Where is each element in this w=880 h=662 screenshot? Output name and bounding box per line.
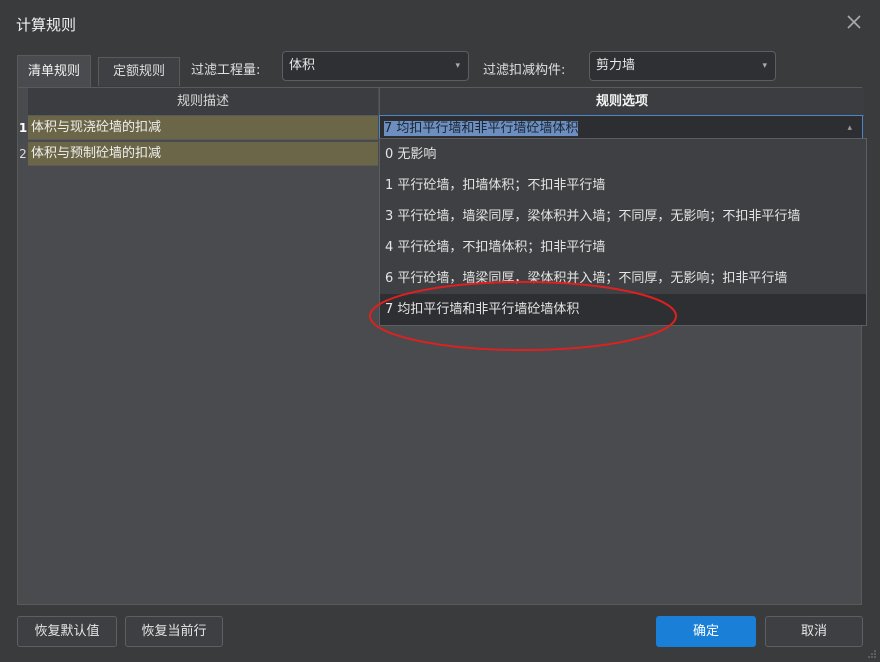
filter-quantity-select[interactable]: 体积 ▾ bbox=[282, 51, 469, 81]
restore-default-button[interactable]: 恢复默认值 bbox=[17, 616, 117, 647]
window-title: 计算规则 bbox=[16, 16, 77, 34]
dropdown-option[interactable]: 4 平行砼墙，不扣墙体积；扣非平行墙 bbox=[380, 232, 866, 263]
column-header-option: 规则选项 bbox=[379, 88, 864, 116]
option-cell-editor[interactable]: 7 均扣平行墙和非平行墙砼墙体积 ▴ bbox=[379, 115, 863, 140]
column-header-description: 规则描述 bbox=[28, 88, 378, 116]
ok-button[interactable]: 确定 bbox=[656, 616, 756, 647]
filter-component-select[interactable]: 剪力墙 ▾ bbox=[589, 51, 776, 81]
dropdown-option[interactable]: 3 平行砼墙，墙梁同厚，梁体积并入墙；不同厚，无影响；不扣非平行墙 bbox=[380, 201, 866, 232]
filter-quantity-value: 体积 bbox=[289, 58, 316, 73]
dropdown-option[interactable]: 1 平行砼墙，扣墙体积；不扣非平行墙 bbox=[380, 170, 866, 201]
filter-component-label: 过滤扣减构件: bbox=[483, 63, 566, 78]
dropdown-option[interactable]: 0 无影响 bbox=[380, 139, 866, 170]
chevron-down-icon: ▾ bbox=[455, 61, 460, 71]
tab-quota-rules[interactable]: 定额规则 bbox=[98, 57, 180, 86]
close-icon[interactable] bbox=[844, 12, 864, 32]
filter-quantity-label: 过滤工程量: bbox=[191, 63, 261, 78]
annotation-ellipse bbox=[369, 281, 677, 351]
filter-component-value: 剪力墙 bbox=[596, 58, 636, 73]
cancel-button[interactable]: 取消 bbox=[765, 616, 863, 647]
option-cell-value: 7 均扣平行墙和非平行墙砼墙体积 bbox=[384, 121, 579, 136]
restore-row-button[interactable]: 恢复当前行 bbox=[125, 616, 223, 647]
row-number: 2 bbox=[19, 147, 27, 161]
table-row[interactable]: 体积与预制砼墙的扣减 bbox=[28, 142, 378, 166]
resize-grip-icon[interactable] bbox=[868, 650, 876, 658]
table-row[interactable]: 体积与现浇砼墙的扣减 bbox=[28, 116, 378, 140]
title-bar: 计算规则 bbox=[0, 0, 880, 48]
chevron-down-icon: ▾ bbox=[762, 61, 767, 71]
row-number: 1 bbox=[18, 121, 28, 135]
tab-bill-rules[interactable]: 清单规则 bbox=[17, 55, 91, 87]
